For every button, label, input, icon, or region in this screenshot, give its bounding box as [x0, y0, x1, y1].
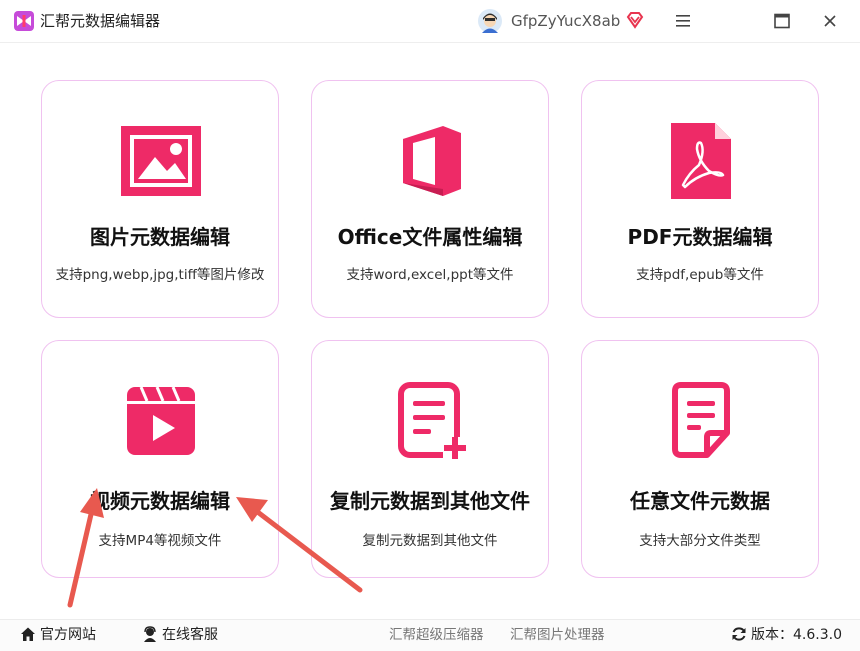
pdf-icon — [671, 123, 731, 199]
home-icon — [21, 627, 35, 641]
title-bar: 汇帮元数据编辑器 GfpZyYucX8ab — [0, 0, 860, 43]
card-title: 视频元数据编辑 — [90, 489, 230, 513]
card-title: PDF元数据编辑 — [627, 225, 773, 249]
app-logo-icon — [14, 11, 34, 31]
card-pdf-metadata[interactable]: PDF元数据编辑 支持pdf,epub等文件 — [581, 80, 819, 318]
card-desc: 复制元数据到其他文件 — [362, 533, 498, 549]
close-icon[interactable] — [820, 11, 840, 31]
user-avatar[interactable] — [478, 9, 502, 33]
menu-icon[interactable] — [673, 11, 693, 31]
maximize-icon[interactable] — [772, 11, 792, 31]
card-title: 复制元数据到其他文件 — [330, 489, 530, 513]
image-processor-link[interactable]: 汇帮图片处理器 — [510, 626, 605, 644]
card-video-metadata[interactable]: 视频元数据编辑 支持MP4等视频文件 — [41, 340, 279, 578]
card-desc: 支持MP4等视频文件 — [98, 533, 222, 549]
card-office-properties[interactable]: Office文件属性编辑 支持word,excel,ppt等文件 — [311, 80, 549, 318]
refresh-icon — [732, 627, 746, 641]
compressor-link[interactable]: 汇帮超级压缩器 — [389, 626, 484, 644]
card-copy-metadata[interactable]: 复制元数据到其他文件 复制元数据到其他文件 — [311, 340, 549, 578]
card-desc: 支持word,excel,ppt等文件 — [346, 267, 514, 283]
card-desc: 支持pdf,epub等文件 — [636, 267, 764, 283]
card-desc: 支持png,webp,jpg,tiff等图片修改 — [55, 267, 265, 283]
support-agent-icon — [144, 626, 156, 642]
official-website-link[interactable]: 官方网站 — [20, 626, 96, 644]
card-any-file-metadata[interactable]: 任意文件元数据 支持大部分文件类型 — [581, 340, 819, 578]
app-title: 汇帮元数据编辑器 — [40, 12, 161, 30]
footer-bar: 官方网站 在线客服 汇帮超级压缩器 汇帮图片处理器 版本：4.6.3.0 — [0, 619, 860, 651]
online-support-link[interactable]: 在线客服 — [142, 626, 218, 644]
card-image-metadata[interactable]: 图片元数据编辑 支持png,webp,jpg,tiff等图片修改 — [41, 80, 279, 318]
username[interactable]: GfpZyYucX8ab — [511, 11, 620, 31]
card-desc: 支持大部分文件类型 — [639, 533, 761, 549]
video-icon — [127, 386, 195, 455]
file-icon — [672, 382, 730, 458]
card-title: 任意文件元数据 — [630, 489, 770, 513]
official-website-label: 官方网站 — [40, 627, 96, 643]
version-label: 版本：4.6.3.0 — [751, 627, 842, 643]
office-icon — [403, 126, 461, 196]
vip-badge-icon[interactable] — [626, 11, 644, 29]
card-title: Office文件属性编辑 — [337, 225, 523, 249]
image-icon — [121, 126, 201, 196]
card-title: 图片元数据编辑 — [90, 225, 230, 249]
online-support-label: 在线客服 — [162, 627, 218, 643]
copy-doc-icon — [398, 382, 467, 459]
version-info[interactable]: 版本：4.6.3.0 — [731, 626, 842, 644]
